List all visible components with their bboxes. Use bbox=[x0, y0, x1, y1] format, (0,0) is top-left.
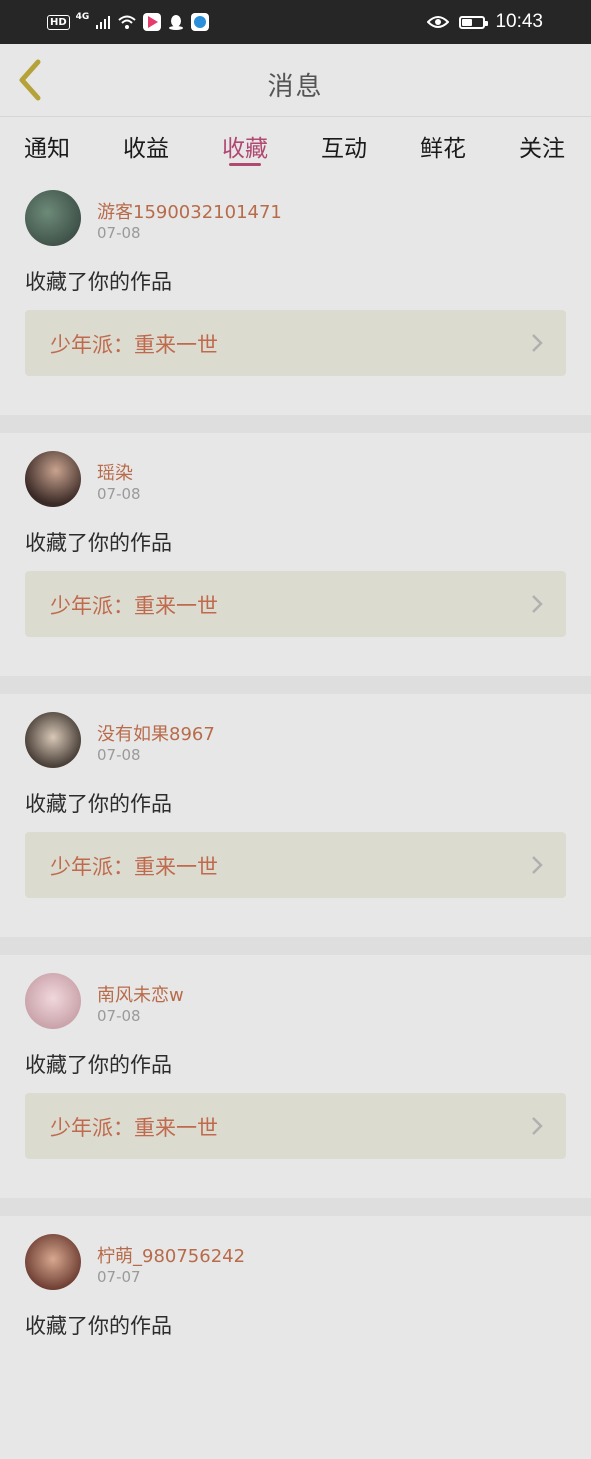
chevron-right-icon bbox=[532, 856, 543, 874]
action-text: 收藏了你的作品 bbox=[25, 792, 172, 816]
qq-icon bbox=[169, 15, 184, 30]
signal-icon bbox=[96, 16, 111, 29]
tab-notifications[interactable]: 通知 bbox=[24, 129, 70, 163]
avatar[interactable] bbox=[25, 190, 81, 246]
wifi-icon bbox=[118, 15, 136, 29]
hd-badge: HD bbox=[47, 14, 70, 30]
action-text: 收藏了你的作品 bbox=[25, 1314, 172, 1338]
status-bar-right: 10:43 bbox=[427, 10, 543, 34]
action-text: 收藏了你的作品 bbox=[25, 270, 172, 294]
work-title: 少年派：重来一世 bbox=[50, 333, 218, 357]
avatar[interactable] bbox=[25, 712, 81, 768]
avatar[interactable] bbox=[25, 973, 81, 1029]
status-bar: HD 4G 10:43 bbox=[0, 0, 591, 44]
page-title: 消息 bbox=[267, 72, 324, 102]
tab-bar: 通知 收益 收藏 互动 鲜花 关注 bbox=[0, 116, 591, 173]
network-type: 4G bbox=[75, 12, 90, 22]
username[interactable]: 南风未恋w bbox=[97, 981, 184, 1007]
work-link[interactable]: 少年派：重来一世 bbox=[25, 1093, 566, 1159]
divider bbox=[0, 937, 591, 955]
divider bbox=[0, 1198, 591, 1216]
username[interactable]: 没有如果8967 bbox=[97, 720, 215, 746]
list-item: 柠萌_980756242 07-07 收藏了你的作品 bbox=[0, 1216, 591, 1459]
action-text: 收藏了你的作品 bbox=[25, 1053, 172, 1077]
list-item: 游客1590032101471 07-08 收藏了你的作品 少年派：重来一世 bbox=[0, 172, 591, 415]
work-link[interactable]: 少年派：重来一世 bbox=[25, 832, 566, 898]
date: 07-08 bbox=[97, 224, 141, 242]
favorites-list: 游客1590032101471 07-08 收藏了你的作品 少年派：重来一世 瑶… bbox=[0, 172, 591, 1459]
date: 07-08 bbox=[97, 1007, 141, 1025]
chevron-right-icon bbox=[532, 334, 543, 352]
browser-app-icon bbox=[191, 13, 210, 31]
tab-interactions[interactable]: 互动 bbox=[321, 129, 367, 163]
date: 07-07 bbox=[97, 1268, 141, 1286]
date: 07-08 bbox=[97, 485, 141, 503]
divider bbox=[0, 415, 591, 433]
active-tab-indicator bbox=[229, 163, 261, 166]
work-title: 少年派：重来一世 bbox=[50, 1116, 218, 1140]
avatar[interactable] bbox=[25, 1234, 81, 1290]
action-text: 收藏了你的作品 bbox=[25, 531, 172, 555]
status-bar-left: HD 4G bbox=[47, 10, 210, 34]
tab-favorites[interactable]: 收藏 bbox=[222, 129, 268, 163]
clock: 10:43 bbox=[495, 11, 543, 32]
list-item: 瑶染 07-08 收藏了你的作品 少年派：重来一世 bbox=[0, 433, 591, 676]
divider bbox=[0, 676, 591, 694]
list-item: 没有如果8967 07-08 收藏了你的作品 少年派：重来一世 bbox=[0, 694, 591, 937]
work-title: 少年派：重来一世 bbox=[50, 594, 218, 618]
app-header: 消息 bbox=[0, 44, 591, 116]
work-title: 少年派：重来一世 bbox=[50, 855, 218, 879]
work-link[interactable]: 少年派：重来一世 bbox=[25, 571, 566, 637]
tab-earnings[interactable]: 收益 bbox=[123, 129, 169, 163]
username[interactable]: 柠萌_980756242 bbox=[97, 1242, 245, 1268]
tab-flowers[interactable]: 鲜花 bbox=[420, 129, 466, 163]
username[interactable]: 瑶染 bbox=[97, 459, 133, 485]
avatar[interactable] bbox=[25, 451, 81, 507]
date: 07-08 bbox=[97, 746, 141, 764]
tab-follows[interactable]: 关注 bbox=[519, 129, 565, 163]
battery-icon bbox=[459, 15, 489, 29]
chevron-right-icon bbox=[532, 1117, 543, 1135]
eye-comfort-icon bbox=[427, 16, 450, 28]
chevron-right-icon bbox=[532, 595, 543, 613]
list-item: 南风未恋w 07-08 收藏了你的作品 少年派：重来一世 bbox=[0, 955, 591, 1198]
work-link[interactable]: 少年派：重来一世 bbox=[25, 310, 566, 376]
username[interactable]: 游客1590032101471 bbox=[97, 198, 282, 224]
video-app-icon bbox=[143, 13, 162, 31]
